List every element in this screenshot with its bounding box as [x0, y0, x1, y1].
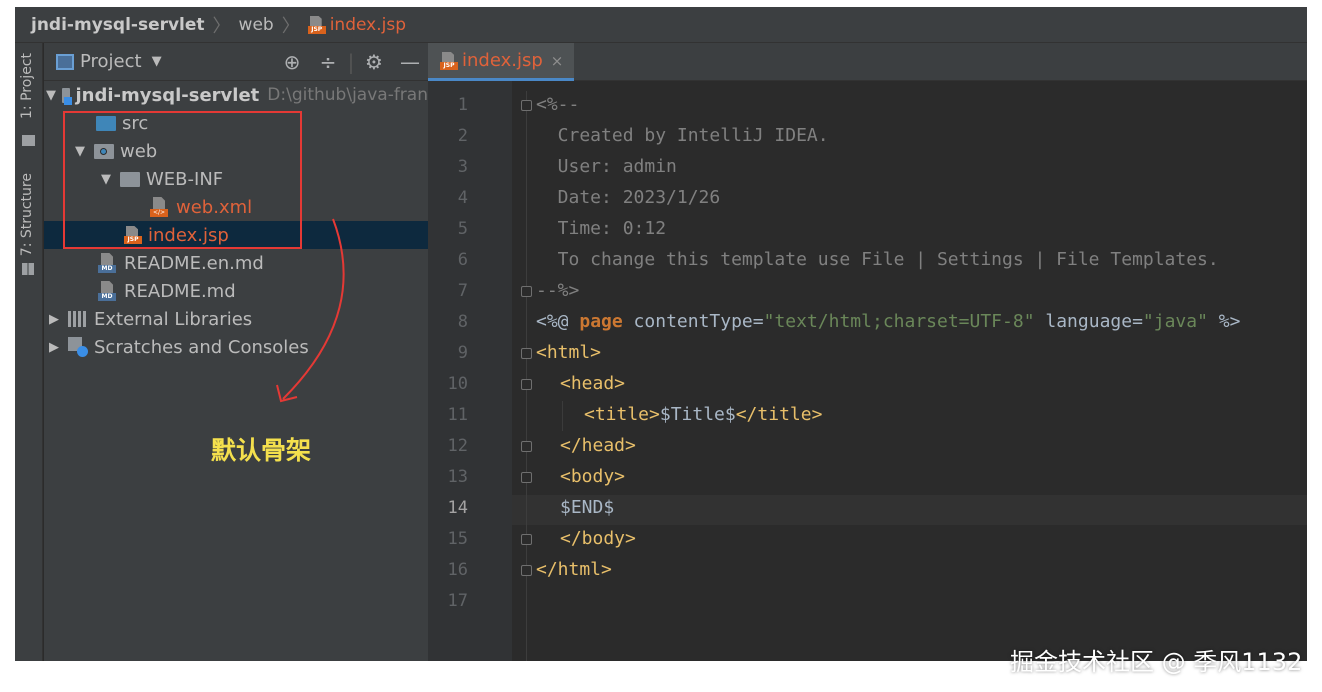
string: "java" [1142, 311, 1208, 332]
string: "text/html;charset=UTF-8" [763, 311, 1035, 332]
annotation-label: 默认骨架 [211, 436, 312, 465]
annotation-arrow [276, 218, 345, 403]
close-icon[interactable]: × [551, 52, 564, 70]
line-number: 13 [447, 467, 468, 487]
line-number: 7 [457, 281, 468, 301]
current-line-highlight [512, 495, 1307, 525]
line-number: 11 [447, 405, 468, 425]
line-number: 5 [457, 219, 468, 239]
code-line: Date: 2023/1/26 [536, 187, 721, 208]
jsp-file-icon: JSP [440, 51, 458, 70]
tag: </title> [735, 404, 823, 425]
line-number: 1 [457, 95, 468, 115]
code-line: <%-- [536, 94, 580, 115]
line-number: 15 [447, 529, 468, 549]
attribute: contentType= [622, 311, 764, 332]
line-number: 6 [457, 250, 468, 270]
code-line: </body> [560, 528, 636, 549]
editor-tab-bar: JSP index.jsp × [428, 43, 1307, 81]
fold-marker-icon[interactable] [521, 472, 532, 483]
jsp-directive: %> [1207, 311, 1241, 332]
jsp-directive: <%@ [536, 311, 580, 332]
indent-guide [562, 401, 563, 431]
text: $Title$ [659, 404, 736, 425]
code-line: <html> [536, 342, 602, 363]
ide-window: jndi-mysql-servlet 〉 web 〉 JSP index.jsp… [15, 7, 1307, 661]
keyword: page [579, 311, 623, 332]
code-line: <%@ page contentType="text/html;charset=… [536, 311, 1240, 332]
code-line: <head> [560, 373, 626, 394]
line-number: 4 [457, 188, 468, 208]
line-number-active: 14 [447, 498, 468, 518]
fold-marker-icon[interactable] [521, 379, 532, 390]
fold-marker-icon[interactable] [521, 348, 532, 359]
code-line: To change this template use File | Setti… [536, 249, 1219, 270]
fold-marker-icon[interactable] [521, 534, 532, 545]
fold-marker-icon[interactable] [521, 100, 532, 111]
code-line: Created by IntelliJ IDEA. [536, 125, 829, 146]
code-line: $END$ [560, 497, 615, 518]
code-line: </html> [536, 559, 612, 580]
attribute: language= [1034, 311, 1143, 332]
line-number: 10 [447, 374, 468, 394]
line-number: 2 [457, 126, 468, 146]
fold-marker-icon[interactable] [521, 565, 532, 576]
line-number: 9 [457, 343, 468, 363]
tag: <title> [584, 404, 660, 425]
line-number: 8 [457, 312, 468, 332]
code-editor: JSP index.jsp × 1 2 3 4 5 6 7 8 9 10 11 … [428, 43, 1307, 661]
tab-index-jsp[interactable]: JSP index.jsp × [428, 43, 574, 81]
line-number: 17 [447, 591, 468, 611]
code-line: Time: 0:12 [536, 218, 667, 239]
line-number: 12 [447, 436, 468, 456]
watermark: 掘金技术社区 @ 季风1132 [1010, 648, 1303, 676]
tab-label: index.jsp [462, 50, 543, 71]
code-line: <body> [560, 466, 626, 487]
fold-marker-icon[interactable] [521, 441, 532, 452]
line-number: 16 [447, 560, 468, 580]
fold-marker-icon[interactable] [521, 286, 532, 297]
code-line: </head> [560, 435, 636, 456]
code-line: <title>$Title$</title> [584, 404, 822, 425]
code-line: --%> [536, 280, 580, 301]
line-number: 3 [457, 157, 468, 177]
code-line: User: admin [536, 156, 677, 177]
